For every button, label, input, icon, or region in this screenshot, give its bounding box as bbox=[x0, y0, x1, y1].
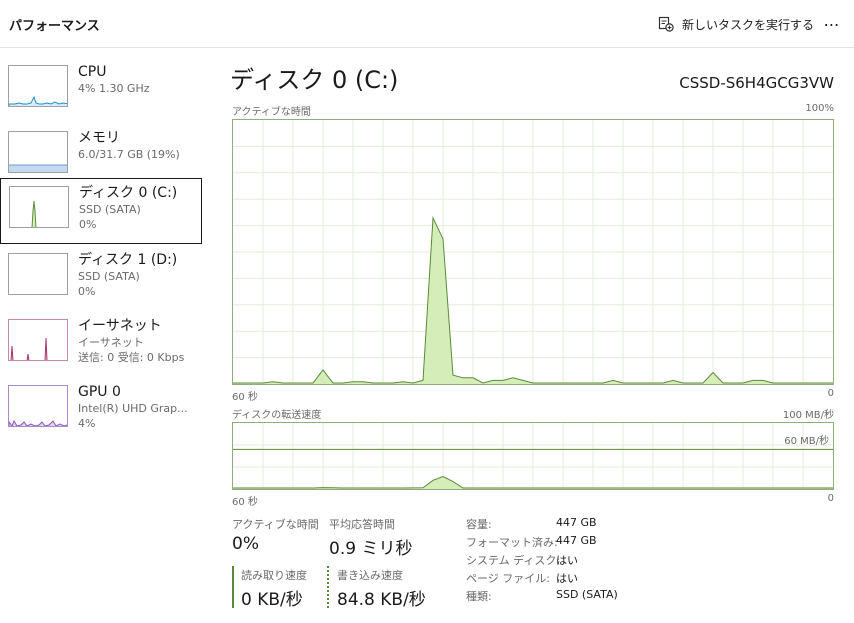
active-time-graph-max: 100% bbox=[805, 103, 834, 114]
sidebar-item-detail-2: 0% bbox=[79, 218, 97, 231]
formatted-value: 447 GB bbox=[556, 534, 597, 547]
active-graph-x-right: 0 bbox=[827, 388, 834, 399]
disk-statistics: アクティブな時間 0% 平均応答時間 0.9 ミリ秒 読み取り速度 0 KB/秒… bbox=[232, 516, 832, 616]
active-time-stat-value: 0% bbox=[232, 534, 259, 554]
page-file-value: はい bbox=[556, 572, 578, 585]
sidebar-item-label: GPU 0 bbox=[78, 384, 121, 400]
write-speed-legend-bar bbox=[327, 566, 329, 608]
transfer-graph-x-left: 60 秒 bbox=[232, 497, 258, 508]
active-time-graph-label: アクティブな時間 bbox=[232, 107, 311, 118]
transfer-rate-graph: 60 MB/秒 bbox=[232, 422, 834, 490]
active-graph-x-left: 60 秒 bbox=[232, 392, 258, 403]
transfer-rate-graph-label: ディスクの転送速度 bbox=[232, 410, 322, 421]
active-time-graph bbox=[232, 119, 834, 385]
sidebar-item-label: ディスク 1 (D:) bbox=[78, 252, 178, 268]
title-bar: パフォーマンス 新しいタスクを実行する ⋯ bbox=[0, 0, 854, 48]
system-disk-value: はい bbox=[556, 554, 578, 567]
more-options-button[interactable]: ⋯ bbox=[818, 12, 846, 36]
transfer-rate-reference-label: 60 MB/秒 bbox=[784, 436, 829, 447]
sidebar-item-label: ディスク 0 (C:) bbox=[79, 185, 178, 201]
sidebar-item-label: メモリ bbox=[78, 130, 120, 146]
sidebar-item-detail: Intel(R) UHD Grap... bbox=[78, 402, 188, 415]
sidebar-item-detail: 4% 1.30 GHz bbox=[78, 82, 150, 95]
page-title: パフォーマンス bbox=[9, 19, 100, 34]
run-task-icon bbox=[658, 16, 674, 32]
disk-type-value: SSD (SATA) bbox=[556, 588, 618, 601]
capacity-value: 447 GB bbox=[556, 516, 597, 529]
run-task-label: 新しいタスクを実行する bbox=[682, 17, 815, 32]
ethernet-thumbnail-graph bbox=[8, 319, 68, 361]
sidebar-item-detail: 6.0/31.7 GB (19%) bbox=[78, 148, 180, 161]
disk-title: ディスク 0 (C:) bbox=[230, 66, 399, 94]
read-speed-legend-bar bbox=[232, 566, 234, 608]
sidebar-item-disk-0[interactable]: ディスク 0 (C:) SSD (SATA) 0% bbox=[0, 178, 202, 244]
sidebar-item-detail: イーサネット bbox=[78, 336, 144, 349]
gpu-thumbnail-graph bbox=[8, 385, 68, 427]
disk-model: CSSD-S6H4GCG3VW bbox=[679, 74, 834, 92]
sidebar-item-disk-1[interactable]: ディスク 1 (D:) SSD (SATA) 0% bbox=[0, 246, 202, 312]
sidebar-item-detail: SSD (SATA) bbox=[78, 270, 140, 283]
sidebar-item-cpu[interactable]: CPU 4% 1.30 GHz bbox=[0, 58, 202, 124]
disk-detail-panel: ディスク 0 (C:) CSSD-S6H4GCG3VW アクティブな時間 100… bbox=[206, 48, 854, 623]
sidebar-item-gpu-0[interactable]: GPU 0 Intel(R) UHD Grap... 4% bbox=[0, 378, 202, 444]
sidebar-item-detail: SSD (SATA) bbox=[79, 203, 141, 216]
transfer-rate-graph-max: 100 MB/秒 bbox=[782, 410, 834, 421]
disk-type-label: 種類: bbox=[466, 590, 492, 603]
sidebar-item-detail-2: 4% bbox=[78, 417, 96, 430]
active-time-stat-label: アクティブな時間 bbox=[232, 518, 319, 531]
run-new-task-button[interactable]: 新しいタスクを実行する bbox=[658, 14, 814, 34]
avg-response-stat-label: 平均応答時間 bbox=[329, 518, 395, 531]
disk-1-thumbnail-graph bbox=[8, 253, 68, 295]
cpu-thumbnail-graph bbox=[8, 65, 68, 107]
ellipsis-icon: ⋯ bbox=[823, 14, 841, 34]
formatted-label: フォーマット済み: bbox=[466, 536, 558, 549]
write-speed-stat-value: 84.8 KB/秒 bbox=[337, 590, 426, 610]
capacity-label: 容量: bbox=[466, 518, 492, 531]
system-disk-label: システム ディスク: bbox=[466, 554, 561, 567]
read-speed-stat-value: 0 KB/秒 bbox=[241, 590, 303, 610]
write-speed-stat-label: 書き込み速度 bbox=[337, 569, 403, 582]
page-file-label: ページ ファイル: bbox=[466, 572, 550, 585]
sidebar-item-ethernet[interactable]: イーサネット イーサネット 送信: 0 受信: 0 Kbps bbox=[0, 312, 202, 378]
memory-thumbnail-graph bbox=[8, 131, 68, 173]
sidebar-item-label: CPU bbox=[78, 64, 107, 80]
sidebar-item-label: イーサネット bbox=[78, 318, 162, 334]
sidebar-item-detail-2: 0% bbox=[78, 285, 96, 298]
read-speed-stat-label: 読み取り速度 bbox=[241, 569, 307, 582]
sidebar-item-detail-2: 送信: 0 受信: 0 Kbps bbox=[78, 351, 185, 364]
transfer-graph-x-right: 0 bbox=[827, 493, 834, 504]
disk-0-thumbnail-graph bbox=[9, 186, 69, 228]
avg-response-stat-value: 0.9 ミリ秒 bbox=[329, 539, 413, 559]
